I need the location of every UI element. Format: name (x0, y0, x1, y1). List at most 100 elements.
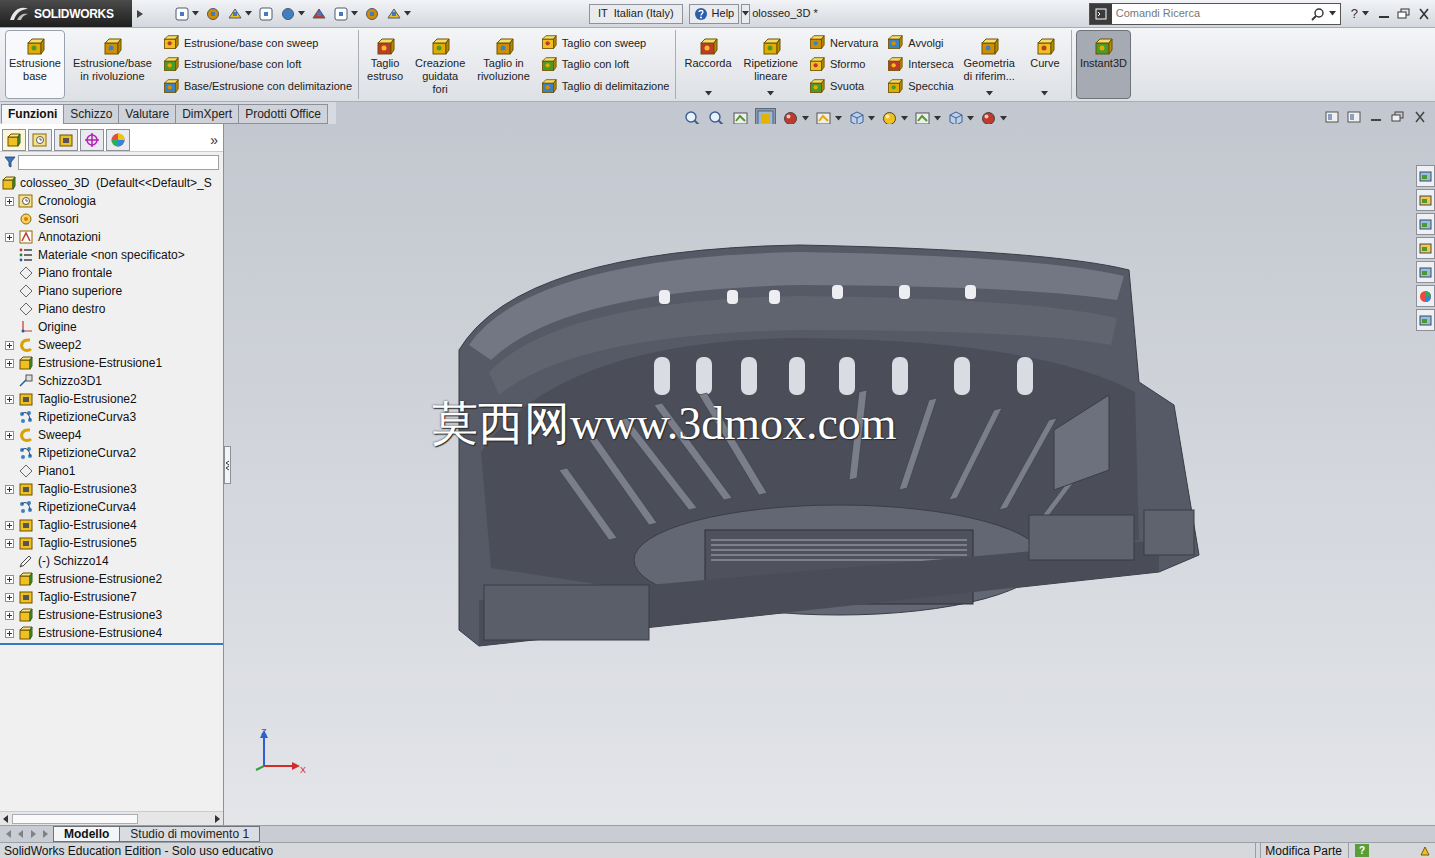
dropdown-arrow-icon[interactable] (404, 11, 411, 16)
tree-item[interactable]: Piano superiore (0, 282, 223, 300)
tab-nav-icon[interactable] (4, 829, 14, 839)
tree-item[interactable]: Origine (0, 318, 223, 336)
expand-plus-icon[interactable] (5, 197, 14, 206)
dropdown-arrow-icon[interactable] (967, 116, 974, 121)
tree-item[interactable]: Sensori (0, 210, 223, 228)
tree-item[interactable]: (-) Schizzo14 (0, 552, 223, 570)
panel-tab[interactable] (106, 129, 130, 151)
window-control-icon[interactable] (1391, 111, 1405, 123)
filter-input[interactable] (18, 155, 219, 170)
expand-plus-icon[interactable] (5, 341, 14, 350)
expand-plus-icon[interactable] (5, 395, 14, 404)
dropdown-arrow-icon[interactable] (298, 11, 305, 16)
task-pane-tab[interactable] (1416, 285, 1435, 307)
help-button[interactable]: Help (689, 4, 740, 24)
ribbon-button[interactable]: Ripetizionelineare (740, 30, 802, 99)
dropdown-arrow-icon[interactable] (901, 116, 908, 121)
panel-tab[interactable] (28, 129, 52, 151)
toolbar-icon[interactable] (333, 6, 349, 22)
panel-splitter-handle[interactable] (224, 446, 231, 484)
command-tab[interactable]: Schizzo (63, 104, 119, 124)
filter-icon[interactable] (4, 156, 16, 168)
ribbon-small-button[interactable]: Estrusione/base con sweep (160, 34, 354, 51)
window-control-icon[interactable] (1413, 111, 1427, 123)
colosseum-model[interactable] (224, 124, 1414, 825)
dropdown-arrow-icon[interactable] (1329, 11, 1336, 16)
dropdown-arrow-icon[interactable] (868, 116, 875, 121)
dropdown-arrow-icon[interactable] (767, 91, 774, 96)
ribbon-small-button[interactable]: Taglio con loft (538, 56, 672, 73)
expand-plus-icon[interactable] (5, 485, 14, 494)
command-tab[interactable]: Valutare (118, 104, 176, 124)
tree-item[interactable]: Estrusione-Estrusione4 (0, 624, 223, 642)
tree-item[interactable]: Sweep4 (0, 426, 223, 444)
dropdown-arrow-icon[interactable] (802, 116, 809, 121)
rollback-bar[interactable] (0, 643, 223, 645)
toolbar-icon[interactable] (174, 6, 190, 22)
ribbon-small-button[interactable]: Svuota (806, 78, 880, 95)
command-tab[interactable]: DimXpert (175, 104, 239, 124)
expand-plus-icon[interactable] (5, 539, 14, 548)
tree-item[interactable]: Taglio-Estrusione5 (0, 534, 223, 552)
toolbar-icon[interactable] (364, 6, 380, 22)
scroll-left-icon[interactable] (0, 813, 12, 825)
dropdown-arrow-icon[interactable] (835, 116, 842, 121)
scroll-right-icon[interactable] (211, 813, 223, 825)
menu-arrow-icon[interactable] (136, 9, 144, 19)
ribbon-button[interactable]: Raccorda (680, 30, 735, 99)
bottom-tab[interactable]: Studio di movimento 1 (119, 826, 260, 842)
dropdown-arrow-icon[interactable] (1000, 116, 1007, 121)
task-pane-tab[interactable] (1416, 213, 1435, 235)
dropdown-arrow-icon[interactable] (1041, 91, 1048, 96)
horizontal-scrollbar[interactable] (0, 811, 223, 825)
tree-item[interactable]: Sweep2 (0, 336, 223, 354)
ribbon-button[interactable]: Creazioneguidatafori (411, 30, 469, 99)
dropdown-arrow-icon[interactable] (192, 11, 199, 16)
dropdown-arrow-icon[interactable] (245, 11, 252, 16)
ribbon-small-button[interactable]: Interseca (884, 56, 955, 73)
tree-item[interactable]: Taglio-Estrusione3 (0, 480, 223, 498)
help-icon-text[interactable]: ? (1351, 4, 1358, 24)
notification-icon[interactable] (1419, 845, 1431, 857)
toolbar-icon[interactable] (386, 6, 402, 22)
tree-root[interactable]: colosseo_3D (Default<<Default>_S (0, 174, 223, 192)
ribbon-small-button[interactable]: Taglio di delimitazione (538, 78, 672, 95)
command-tab[interactable]: Prodotti Office (238, 104, 328, 124)
ribbon-small-button[interactable]: Sformo (806, 56, 880, 73)
tree-item[interactable]: Annotazioni (0, 228, 223, 246)
ribbon-button[interactable]: Curve (1023, 30, 1067, 99)
panel-tab[interactable] (2, 129, 26, 151)
window-control-icon[interactable] (1369, 111, 1383, 123)
toolbar-icon[interactable] (311, 6, 327, 22)
expand-plus-icon[interactable] (5, 575, 14, 584)
toolbar-icon[interactable] (205, 6, 221, 22)
help-menu-arrow[interactable] (741, 4, 750, 24)
ribbon-small-button[interactable]: Specchia (884, 78, 955, 95)
task-pane-tab[interactable] (1416, 261, 1435, 283)
expand-plus-icon[interactable] (5, 629, 14, 638)
tree-item[interactable]: Piano1 (0, 462, 223, 480)
task-pane-tab[interactable] (1416, 309, 1435, 331)
tab-nav-icon[interactable] (40, 829, 50, 839)
tree-item[interactable]: Piano frontale (0, 264, 223, 282)
task-pane-tab[interactable] (1416, 189, 1435, 211)
expand-plus-icon[interactable] (5, 431, 14, 440)
toolbar-icon[interactable] (280, 6, 296, 22)
restore-icon[interactable] (1397, 8, 1411, 20)
minimize-icon[interactable] (1377, 8, 1391, 20)
tab-nav-icon[interactable] (16, 829, 26, 839)
tree-item[interactable]: Taglio-Estrusione4 (0, 516, 223, 534)
ribbon-small-button[interactable]: Base/Estrusione con delimitazione (160, 78, 354, 95)
tree-item[interactable]: Cronologia (0, 192, 223, 210)
ribbon-small-button[interactable]: Taglio con sweep (538, 34, 672, 51)
task-pane-tab[interactable] (1416, 237, 1435, 259)
dropdown-arrow-icon[interactable] (986, 91, 993, 96)
tree-item[interactable]: RipetizioneCurva2 (0, 444, 223, 462)
search-icon[interactable] (1311, 7, 1325, 21)
ribbon-button[interactable]: Taglio inrivoluzione (473, 30, 534, 99)
tree-item[interactable]: Schizzo3D1 (0, 372, 223, 390)
tree-item[interactable]: Materiale <non specificato> (0, 246, 223, 264)
toolbar-icon[interactable] (258, 6, 274, 22)
tree-item[interactable]: Taglio-Estrusione2 (0, 390, 223, 408)
graphics-area[interactable]: 莫西网www.3dmox.comZX (224, 124, 1435, 825)
